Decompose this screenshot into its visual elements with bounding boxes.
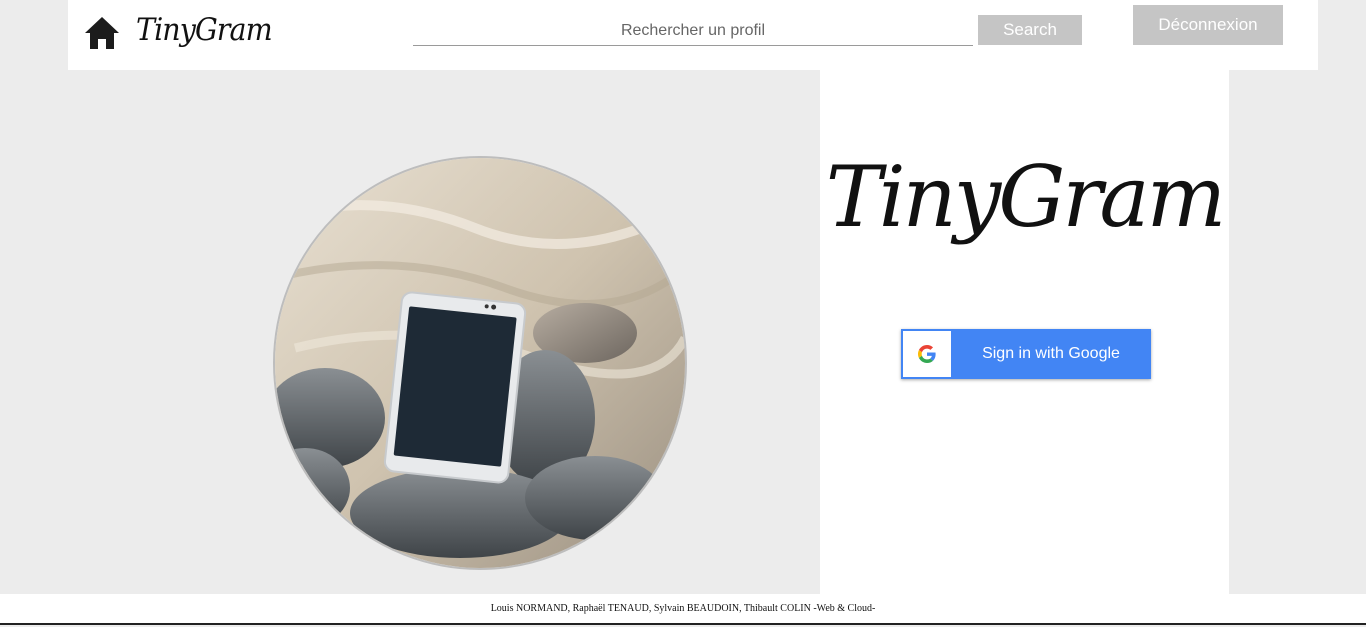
brand-title: TinyGram xyxy=(825,148,1226,246)
search-input[interactable] xyxy=(413,16,973,46)
login-panel: TinyGram Sign in with Google xyxy=(820,70,1229,594)
footer-credits: Louis NORMAND, Raphaël TENAUD, Sylvain B… xyxy=(0,594,1366,625)
google-icon-container xyxy=(903,331,951,377)
google-signin-label: Sign in with Google xyxy=(982,345,1120,362)
logout-button[interactable]: Déconnexion xyxy=(1133,5,1283,45)
google-g-icon xyxy=(918,345,936,363)
google-signin-button[interactable]: Sign in with Google xyxy=(901,329,1151,379)
brand-logo[interactable]: TinyGram xyxy=(136,12,273,48)
hero-image xyxy=(273,156,687,570)
search-button[interactable]: Search xyxy=(978,15,1082,45)
top-navbar: TinyGram Search Déconnexion xyxy=(68,0,1318,70)
home-icon[interactable] xyxy=(84,16,120,50)
